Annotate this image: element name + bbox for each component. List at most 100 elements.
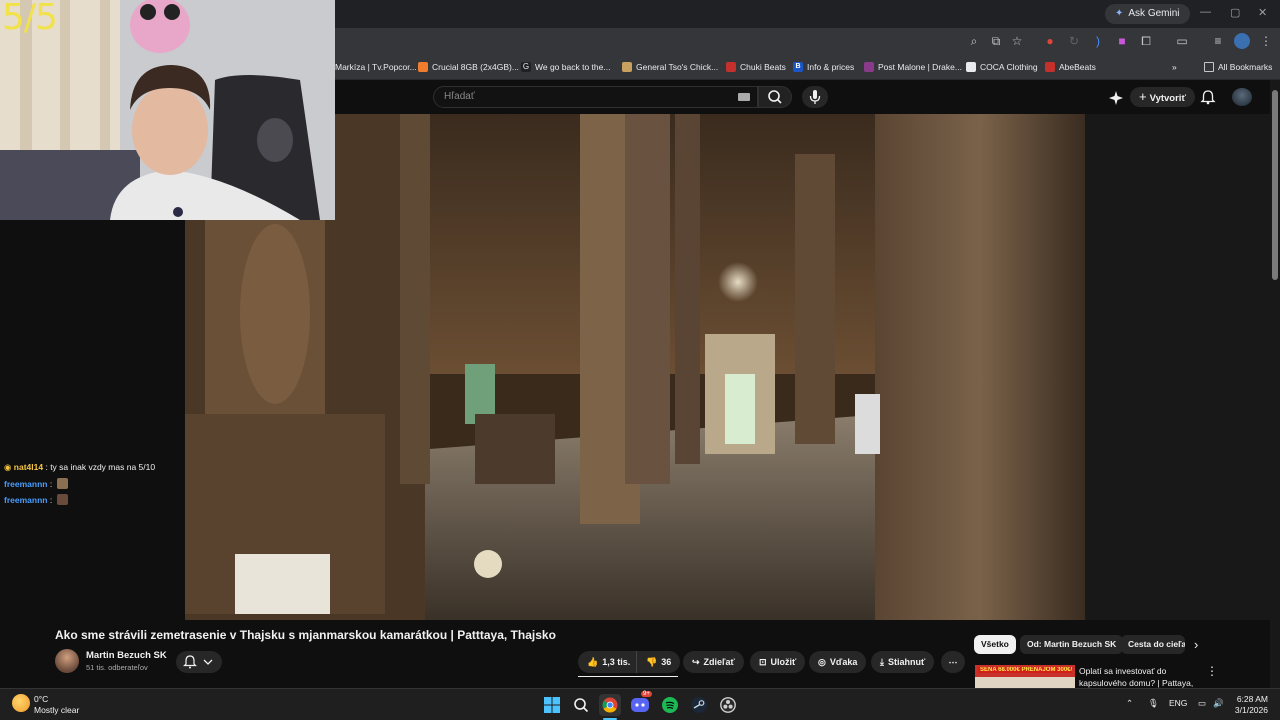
bookmark-item[interactable]: General Tso's Chick...	[622, 60, 718, 74]
share-label: Zdieľať	[703, 657, 735, 667]
windows-start-icon[interactable]	[541, 694, 563, 716]
chat-overlay	[0, 220, 185, 620]
clock-date: 3/1/2026	[1234, 705, 1268, 715]
maximize-icon[interactable]: ▢	[1230, 6, 1240, 19]
taskbar: 0°C Mostly clear 9+ ⌃ 🎙 ENG ▭ 🔊 6:28 AM …	[0, 688, 1280, 720]
bookmark-item[interactable]: COCA Clothing	[966, 60, 1038, 74]
search-input[interactable]: Hľadať	[433, 86, 758, 108]
bookmarks-overflow-icon[interactable]: »	[1172, 60, 1177, 74]
scrollbar-thumb[interactable]	[1272, 90, 1278, 280]
reading-list-icon[interactable]: ≡	[1210, 33, 1226, 49]
tab-search-icon[interactable]: ▭	[1174, 33, 1190, 49]
chat-username: nat4l14	[13, 462, 44, 472]
dislike-count: 36	[661, 657, 672, 667]
bookmark-label: General Tso's Chick...	[636, 62, 719, 72]
recommendation-thumbnail[interactable]: SENA 68.000€ PRENAJOM 300€/DEN	[975, 665, 1075, 688]
create-button[interactable]: + Vytvoriť	[1130, 87, 1195, 107]
thumbnail-text: SENA 68.000€ PRENAJOM 300€/DEN	[978, 667, 1072, 673]
bookmark-label: Post Malone | Drake...	[878, 62, 962, 72]
chip-from-channel[interactable]: Od: Martin Bezuch SK	[1020, 635, 1124, 654]
extension-purple-icon[interactable]: ■	[1114, 33, 1130, 49]
download-label: Stiahnuť	[887, 657, 926, 667]
profile-avatar[interactable]	[1234, 33, 1250, 49]
all-bookmarks-button[interactable]: All Bookmarks	[1204, 60, 1272, 74]
chips-next-icon[interactable]: ›	[1194, 637, 1198, 652]
keyboard-icon[interactable]	[738, 93, 750, 101]
channel-name[interactable]: Martin Bezuch SK	[86, 650, 167, 661]
download-icon: ⤓	[880, 657, 884, 667]
chat-message: freemannn :	[4, 478, 68, 489]
chat-text: ty sa inak vzdy mas na 5/10	[50, 462, 156, 472]
sparkle-extension-icon[interactable]	[1108, 90, 1124, 106]
subscription-bell-button[interactable]	[176, 651, 222, 673]
extension-wave-icon[interactable]: )	[1090, 33, 1106, 49]
extensions-puzzle-icon[interactable]: ⧠	[1138, 33, 1154, 49]
obs-app-icon[interactable]	[717, 694, 739, 716]
discord-app-icon[interactable]: 9+	[629, 691, 652, 716]
youtube-favicon-icon	[1045, 62, 1055, 72]
tray-microphone-icon[interactable]: 🎙	[1148, 698, 1159, 709]
bookmark-item[interactable]: AbeBeats	[1045, 60, 1096, 74]
recommendation-menu-icon[interactable]: ⋮	[1206, 664, 1218, 678]
score-overlay: 5/5	[2, 0, 58, 38]
ask-gemini-label: Ask Gemini	[1128, 8, 1180, 19]
chip-all[interactable]: Všetko	[974, 635, 1016, 654]
zoom-icon[interactable]: ⌕	[966, 33, 982, 49]
bookmark-item[interactable]: G We go back to the...	[521, 60, 610, 74]
volume-icon[interactable]: 🔊	[1213, 698, 1224, 709]
chrome-menu-icon[interactable]: ⋮	[1258, 33, 1274, 49]
input-language[interactable]: ENG	[1169, 698, 1187, 708]
discord-badge: 9+	[641, 691, 652, 697]
search-icon	[768, 90, 782, 104]
weather-icon[interactable]	[12, 694, 30, 712]
right-panel-bg	[1085, 114, 1270, 620]
bookmark-label: We go back to the...	[535, 62, 611, 72]
system-clock[interactable]: 6:28 AM 3/1/2026	[1232, 694, 1268, 716]
chat-username: freemannn	[4, 479, 48, 489]
chip-related[interactable]: Cesta do cieľa	[1121, 635, 1185, 654]
install-app-icon[interactable]: ⧉	[988, 33, 1004, 49]
thanks-button[interactable]: ◎ Vďaka	[809, 651, 867, 673]
share-button[interactable]: ↪ Zdieľať	[683, 651, 744, 673]
chat-badge-icon: ◉	[4, 462, 12, 472]
screen: ✦ Ask Gemini — ▢ ✕ ⌕ ⧉ ☆ ● ↻ ) ■ ⧠ ▭ ≡ ⋮…	[0, 0, 1280, 720]
bookmark-item[interactable]: B Info & prices	[793, 60, 854, 74]
bookmark-item[interactable]: Chuki Beats	[726, 60, 786, 74]
dislike-button[interactable]: 👎 36	[636, 651, 681, 673]
like-button[interactable]: 👍 1,3 tis.	[578, 651, 638, 673]
download-button[interactable]: ⤓ Stiahnuť	[871, 651, 935, 673]
like-count: 1,3 tis.	[602, 657, 631, 667]
notifications-bell-icon[interactable]	[1200, 89, 1216, 105]
search-button[interactable]	[758, 86, 792, 108]
tray-overflow-icon[interactable]: ⌃	[1126, 698, 1133, 709]
youtube-favicon-icon	[726, 62, 736, 72]
minimize-icon[interactable]: —	[1200, 6, 1211, 18]
close-icon[interactable]: ✕	[1258, 6, 1267, 19]
more-actions-button[interactable]: ⋯	[941, 651, 965, 673]
bookmark-label: Markíza | Tv.Popcor...	[335, 62, 417, 72]
voice-search-button[interactable]	[802, 86, 828, 108]
extension-icon[interactable]: ↻	[1066, 33, 1082, 49]
more-horizontal-icon: ⋯	[948, 657, 958, 667]
taskbar-search-icon[interactable]	[570, 694, 592, 716]
bookmark-label: Chuki Beats	[740, 62, 786, 72]
adblock-extension-icon[interactable]: ●	[1042, 33, 1058, 49]
chrome-app-icon[interactable]	[599, 694, 621, 716]
save-label: Uložiť	[770, 657, 797, 667]
bookmark-item[interactable]: Crucial 8GB (2x4GB)...	[418, 60, 519, 74]
spotify-app-icon[interactable]	[659, 694, 681, 716]
thanks-icon: ◎	[818, 657, 826, 667]
thanks-label: Vďaka	[829, 657, 858, 667]
thumbs-down-icon: 👎	[646, 657, 658, 667]
save-button[interactable]: ⊡ Uložiť	[750, 651, 806, 673]
ask-gemini-button[interactable]: ✦ Ask Gemini	[1105, 4, 1190, 24]
bookmark-label: Info & prices	[807, 62, 855, 72]
channel-avatar[interactable]	[55, 649, 79, 673]
bookmark-item[interactable]: Markíza | Tv.Popcor...	[335, 60, 417, 74]
steam-app-icon[interactable]	[688, 694, 710, 716]
account-avatar[interactable]	[1232, 88, 1252, 106]
video-title: Ako sme strávili zemetrasenie v Thajsku …	[55, 628, 556, 642]
bookmark-item[interactable]: Post Malone | Drake...	[864, 60, 962, 74]
bookmark-star-icon[interactable]: ☆	[1009, 33, 1025, 49]
network-icon[interactable]: ▭	[1198, 698, 1206, 709]
